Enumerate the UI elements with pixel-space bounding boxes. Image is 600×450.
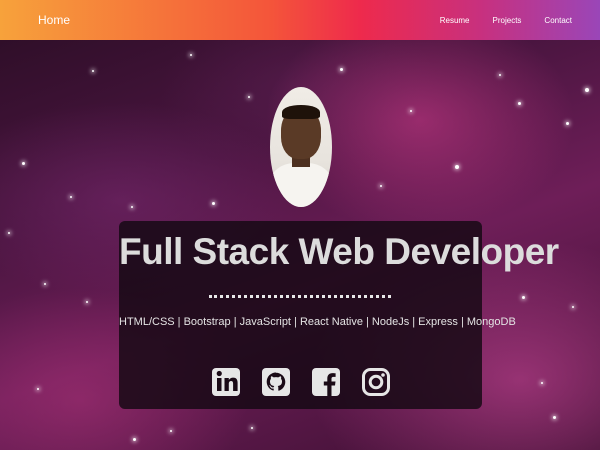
instagram-icon[interactable]: [361, 362, 391, 402]
social-links: [211, 362, 391, 402]
nav-home-link[interactable]: Home: [38, 13, 70, 27]
nav-contact-link[interactable]: Contact: [544, 16, 572, 25]
linkedin-icon[interactable]: [211, 362, 241, 402]
profile-avatar: [270, 87, 332, 207]
skills-list: HTML/CSS | Bootstrap | JavaScript | Reac…: [119, 316, 516, 328]
hero-panel: Full Stack Web Developer HTML/CSS | Boot…: [119, 221, 559, 409]
top-navbar: Home Resume Projects Contact: [0, 0, 600, 40]
hero-title: Full Stack Web Developer: [119, 231, 559, 272]
nav-resume-link[interactable]: Resume: [440, 16, 470, 25]
facebook-icon[interactable]: [311, 362, 341, 402]
github-icon[interactable]: [261, 362, 291, 402]
nav-projects-link[interactable]: Projects: [493, 16, 522, 25]
dotted-divider: [209, 295, 391, 298]
nav-links: Resume Projects Contact: [417, 16, 572, 25]
